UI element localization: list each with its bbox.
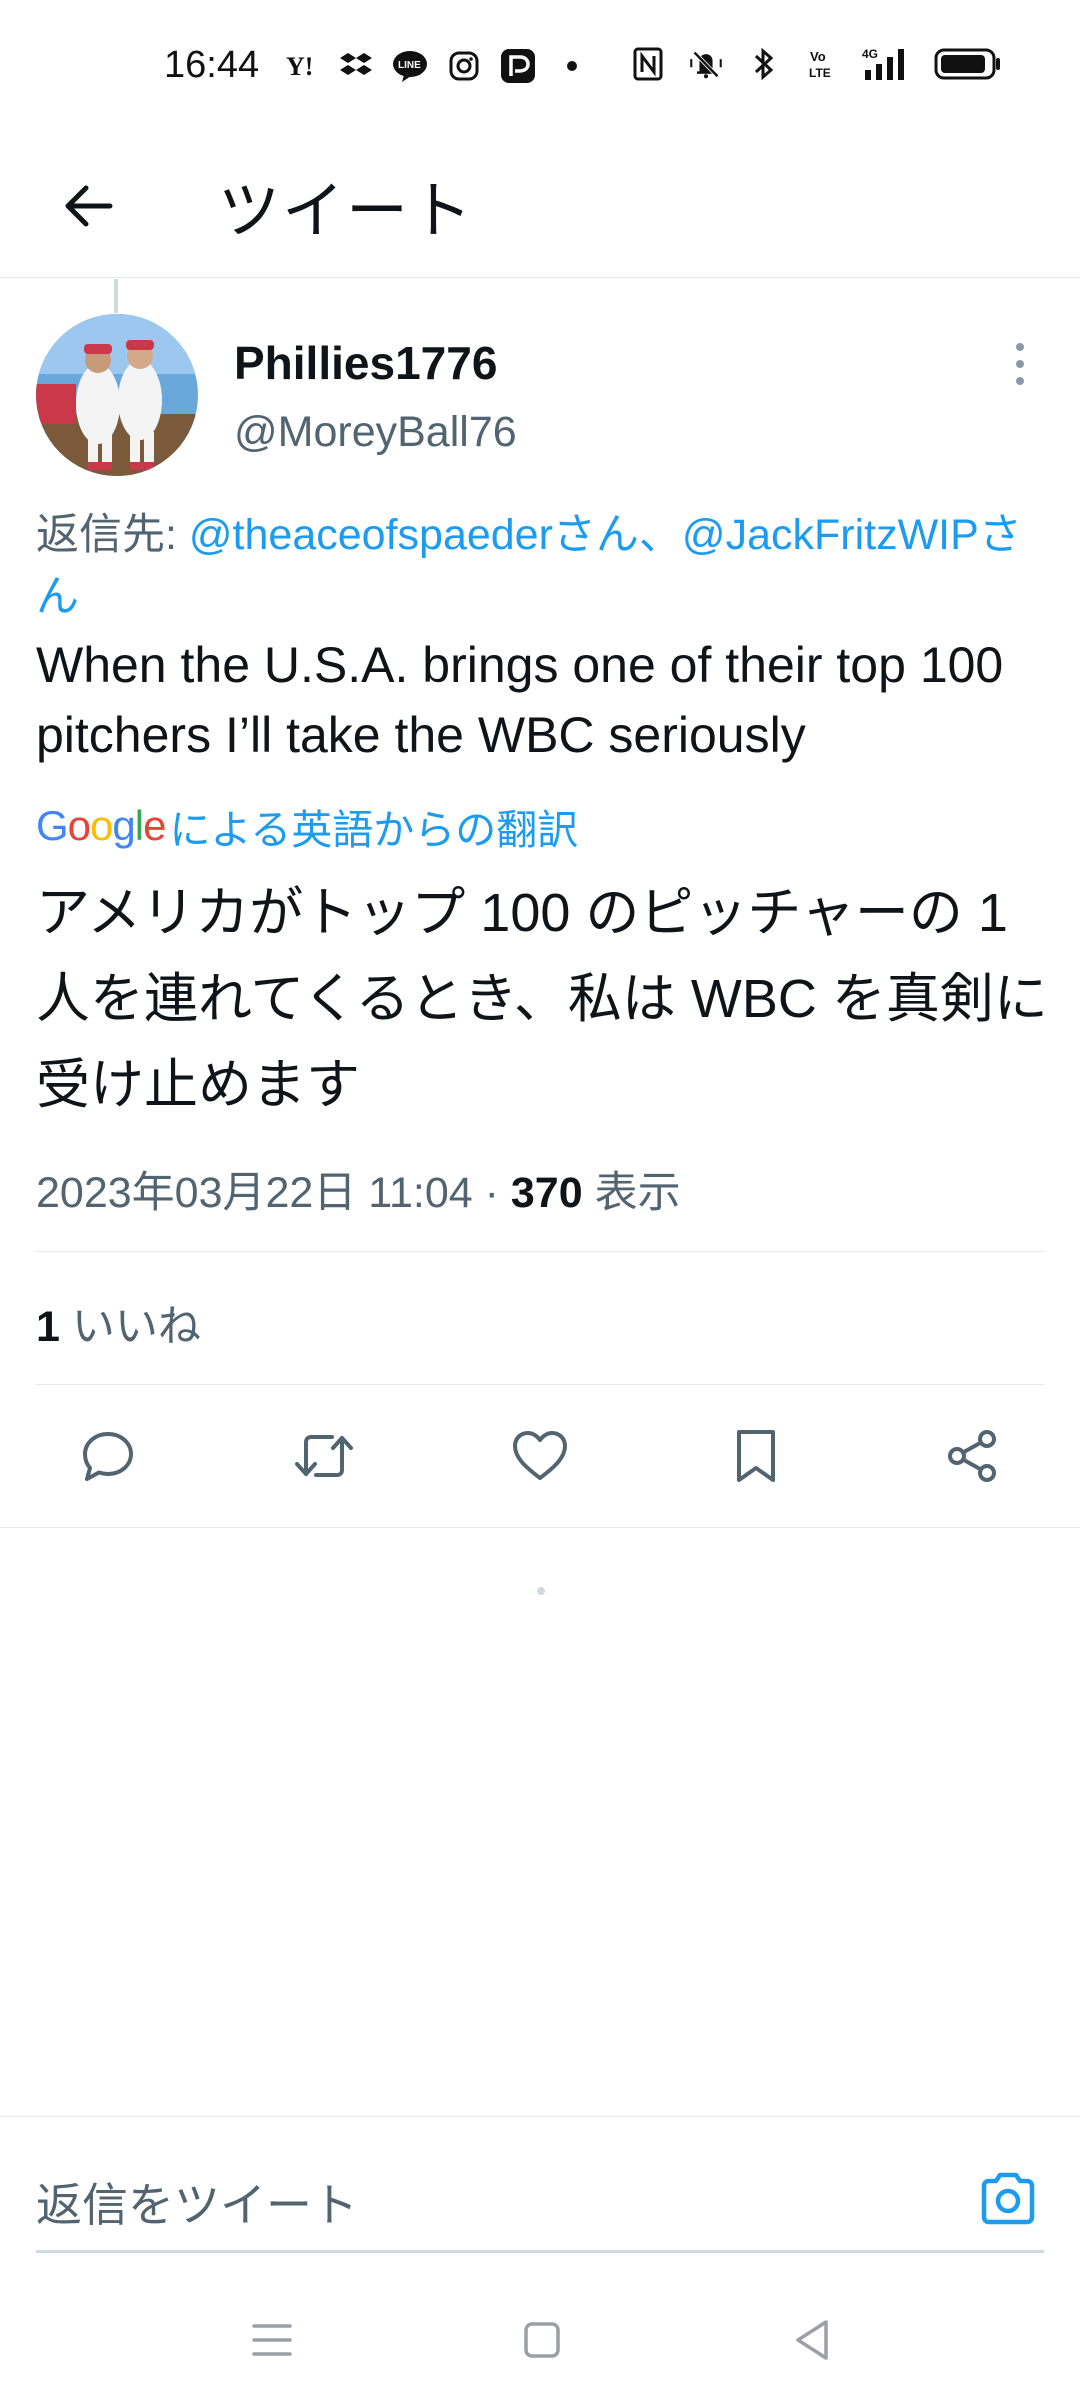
display-name[interactable]: Phillies1776	[234, 336, 497, 390]
more-dots-icon	[1016, 343, 1024, 351]
heart-icon	[513, 1431, 567, 1480]
arrow-left-icon	[65, 185, 113, 227]
google-letter: e	[143, 802, 166, 849]
google-letter: g	[112, 802, 135, 849]
notification-icons: Y! LINE	[284, 48, 590, 84]
translate-label: による英語からの翻訳	[169, 807, 579, 853]
like-button[interactable]	[508, 1424, 572, 1488]
bookmark-icon	[737, 1430, 775, 1482]
home-button[interactable]	[512, 2310, 572, 2370]
reply-composer: 返信をツイート	[0, 2116, 1080, 2252]
svg-text:Vo: Vo	[810, 49, 826, 64]
tweet-actions	[0, 1384, 1080, 1528]
app-header: ツイート	[0, 136, 1080, 278]
reply-prefix: 返信先:	[36, 511, 189, 559]
reply-to-line: 返信先: @theaceofspaederさん、@JackFritzWIPさん	[36, 504, 1046, 628]
paypay-icon	[500, 48, 536, 84]
camera-button[interactable]	[976, 2167, 1040, 2231]
recent-apps-button[interactable]	[242, 2310, 302, 2370]
page-title: ツイート	[218, 177, 475, 246]
reply-input[interactable]: 返信をツイート	[36, 2169, 358, 2235]
google-letter: l	[134, 802, 144, 849]
loading-indicator	[537, 1587, 545, 1595]
google-letter: o	[67, 802, 91, 849]
more-dot	[1016, 377, 1024, 385]
more-dot	[1016, 360, 1024, 368]
retweet-icon	[295, 1435, 353, 1477]
volte-icon: Vo LTE	[804, 46, 840, 82]
composer-underline	[36, 2250, 1044, 2253]
translated-text: アメリカがトップ 100 のピッチャーの 1 人を連れてくるとき、私は WBC …	[36, 883, 1048, 1115]
divider	[36, 1251, 1044, 1252]
tweet-text: When the U.S.A. brings one of their top …	[36, 637, 1004, 763]
google-logo: Google	[36, 802, 166, 850]
thread-line	[114, 279, 118, 313]
reply-separator: 、	[638, 511, 682, 559]
line-icon: LINE	[392, 48, 428, 84]
triangle-back-icon	[796, 2320, 828, 2360]
likes-summary[interactable]: 1 いいね	[36, 1292, 201, 1354]
svg-text:LINE: LINE	[398, 60, 421, 71]
user-handle[interactable]: @MoreyBall76	[234, 408, 517, 457]
status-time: 16:44	[164, 44, 260, 86]
yahoo-icon: Y!	[284, 48, 320, 84]
status-bar: 16:44 Y! LINE Vo LTE 4G	[0, 0, 1080, 136]
google-letter: G	[36, 802, 69, 849]
google-letter: o	[90, 802, 113, 849]
back-button[interactable]	[52, 170, 124, 242]
svg-text:4G: 4G	[862, 47, 878, 61]
svg-text:Y!: Y!	[286, 52, 313, 81]
dropbox-icon	[338, 48, 374, 84]
svg-text:LTE: LTE	[809, 66, 831, 80]
tweet-meta: 2023年03月22日 11:04 · 370 表示	[36, 1158, 681, 1220]
system-nav-bar	[0, 2290, 1080, 2400]
menu-icon	[252, 2324, 292, 2356]
views-count: 370	[510, 1169, 583, 1217]
reply-button[interactable]	[76, 1424, 140, 1488]
share-button[interactable]	[940, 1424, 1004, 1488]
camera-icon	[981, 2172, 1035, 2225]
reply-icon	[83, 1432, 133, 1481]
avatar[interactable]	[36, 314, 198, 476]
mute-icon	[688, 46, 724, 82]
share-icon	[948, 1430, 996, 1482]
likes-count: 1	[36, 1303, 60, 1351]
signal-4g-icon: 4G	[862, 46, 912, 82]
likes-label: いいね	[59, 1303, 201, 1351]
nfc-icon	[630, 46, 666, 82]
more-options-button[interactable]	[998, 336, 1042, 392]
instagram-icon	[446, 48, 482, 84]
battery-icon	[934, 46, 1002, 82]
translation-attribution[interactable]: Google による英語からの翻訳	[36, 796, 578, 856]
views-label: 表示	[582, 1169, 681, 1217]
dot-icon	[554, 48, 590, 84]
system-icons: Vo LTE 4G	[630, 46, 1002, 82]
square-icon	[524, 2322, 560, 2358]
reply-mention-link[interactable]: @theaceofspaederさん	[189, 511, 639, 559]
timestamp[interactable]: 2023年03月22日 11:04 ·	[36, 1169, 511, 1217]
retweet-button[interactable]	[292, 1424, 356, 1488]
system-back-button[interactable]	[782, 2310, 842, 2370]
bookmark-button[interactable]	[724, 1424, 788, 1488]
bluetooth-icon	[746, 46, 782, 82]
